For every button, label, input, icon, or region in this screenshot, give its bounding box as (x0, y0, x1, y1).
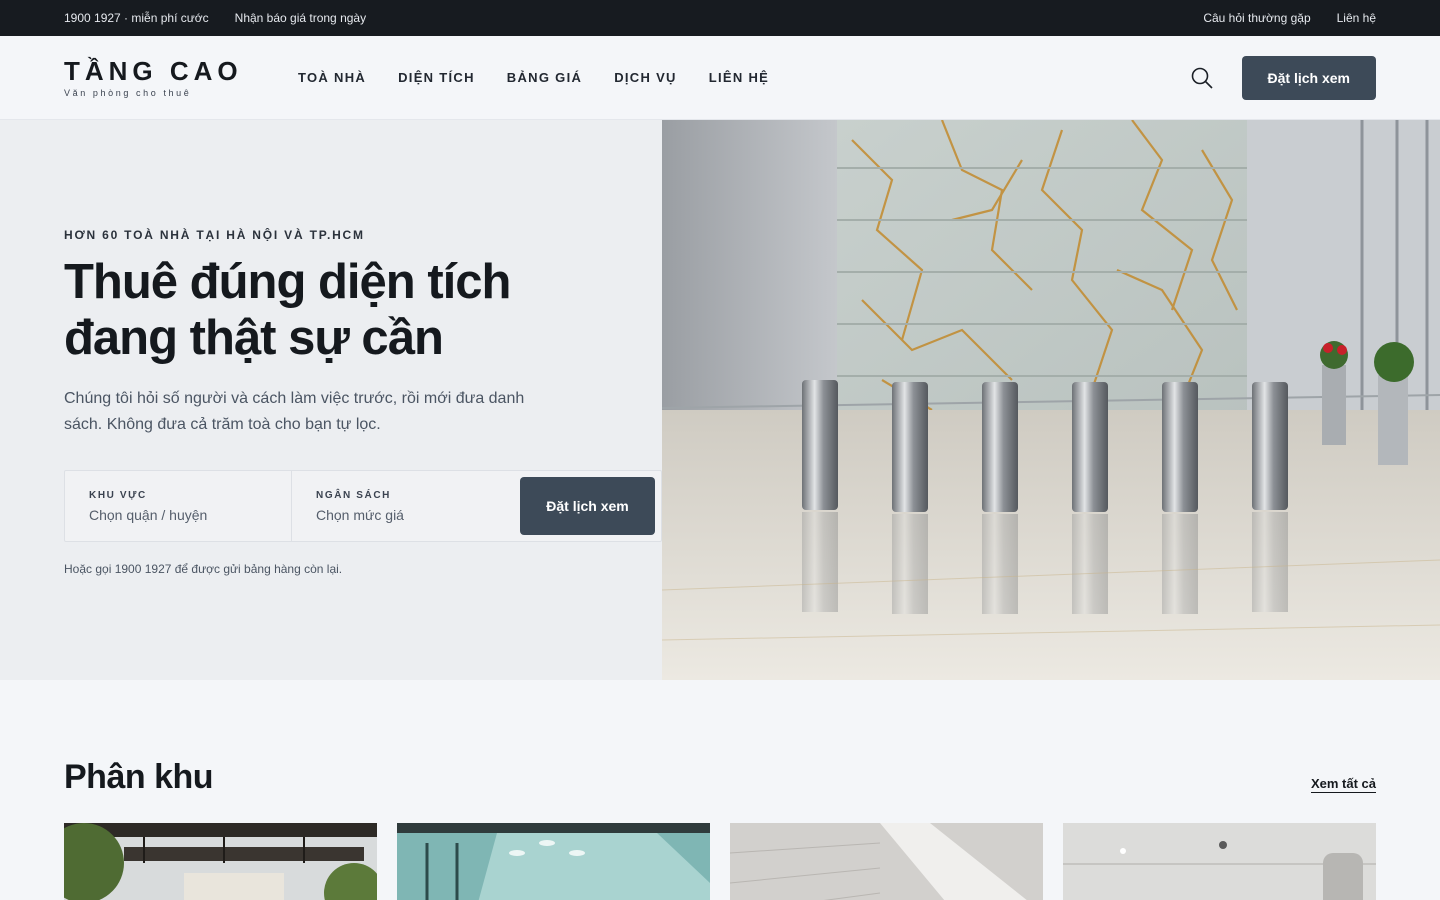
budget-label: NGÂN SÁCH (316, 489, 391, 501)
search-icon[interactable] (1190, 66, 1214, 90)
hero-content: HƠN 60 TOÀ NHÀ TẠI HÀ NỘI VÀ TP.HCM Thuê… (0, 120, 662, 680)
hotline-text: 1900 1927 · miễn phí cước (64, 11, 209, 25)
budget-value: Chọn mức giá (316, 506, 404, 523)
faq-link[interactable]: Câu hỏi thường gặp (1203, 11, 1310, 25)
header-actions: Đặt lịch xem (1190, 55, 1376, 100)
view-all-link[interactable]: Xem tất cả (1310, 776, 1376, 793)
hero-note: Hoặc gọi 1900 1927 để được gửi bảng hàng… (64, 562, 343, 576)
area-label: KHU VỰC (89, 489, 147, 501)
office-photo (397, 823, 710, 900)
search-form: KHU VỰC Chọn quận / huyện NGÂN SÁCH Chọn… (64, 470, 662, 542)
lobby-photo (662, 120, 1440, 680)
quote-text: Nhận báo giá trong ngày (234, 11, 367, 25)
hero: HƠN 60 TOÀ NHÀ TẠI HÀ NỘI VÀ TP.HCM Thuê… (0, 120, 1440, 680)
district-card[interactable] (397, 823, 710, 900)
hero-image (662, 120, 1440, 680)
nav-item-buildings[interactable]: TOÀ NHÀ (298, 70, 366, 85)
contact-link[interactable]: Liên hệ (1337, 11, 1376, 25)
district-card[interactable] (1063, 823, 1376, 900)
book-viewing-button[interactable]: Đặt lịch xem (1241, 55, 1376, 100)
search-book-button[interactable]: Đặt lịch xem (520, 477, 655, 535)
district-card[interactable] (730, 823, 1043, 900)
section-header: Phân khu Xem tất cả (64, 758, 1376, 797)
district-card[interactable] (64, 823, 377, 900)
hero-description: Chúng tôi hỏi số người và cách làm việc … (64, 390, 525, 433)
district-cards (64, 823, 1376, 900)
nav-item-pricing[interactable]: BẢNG GIÁ (507, 70, 582, 85)
logo-tagline: Văn phòng cho thuê (64, 88, 192, 98)
ceiling-photo (730, 823, 1043, 900)
budget-select[interactable]: NGÂN SÁCH Chọn mức giá (292, 471, 516, 541)
nav-item-area[interactable]: DIỆN TÍCH (398, 70, 475, 85)
section-title: Phân khu (64, 758, 214, 796)
top-bar-right: Câu hỏi thường gặp Liên hệ (1203, 11, 1376, 25)
hero-title: Thuê đúng diện tích đang thật sự cần (64, 255, 511, 365)
area-value: Chọn quận / huyện (89, 506, 208, 523)
nav-item-services[interactable]: DỊCH VỤ (614, 70, 677, 85)
main-nav: TOÀ NHÀ DIỆN TÍCH BẢNG GIÁ DỊCH VỤ LIÊN … (298, 70, 769, 85)
top-bar: 1900 1927 · miễn phí cước Nhận báo giá t… (0, 0, 1440, 36)
nav-item-contact[interactable]: LIÊN HỆ (709, 70, 769, 85)
logo-wordmark: TẦNG CAO (64, 56, 243, 86)
hall-photo (1063, 823, 1376, 900)
area-select[interactable]: KHU VỰC Chọn quận / huyện (65, 471, 292, 541)
logo[interactable]: TẦNG CAO Văn phòng cho thuê (64, 57, 298, 98)
atrium-photo (64, 823, 377, 900)
districts-section: Phân khu Xem tất cả (0, 680, 1440, 900)
site-header: TẦNG CAO Văn phòng cho thuê TOÀ NHÀ DIỆN… (0, 36, 1440, 120)
top-bar-left: 1900 1927 · miễn phí cước Nhận báo giá t… (64, 11, 366, 25)
hero-eyebrow: HƠN 60 TOÀ NHÀ TẠI HÀ NỘI VÀ TP.HCM (64, 228, 365, 242)
